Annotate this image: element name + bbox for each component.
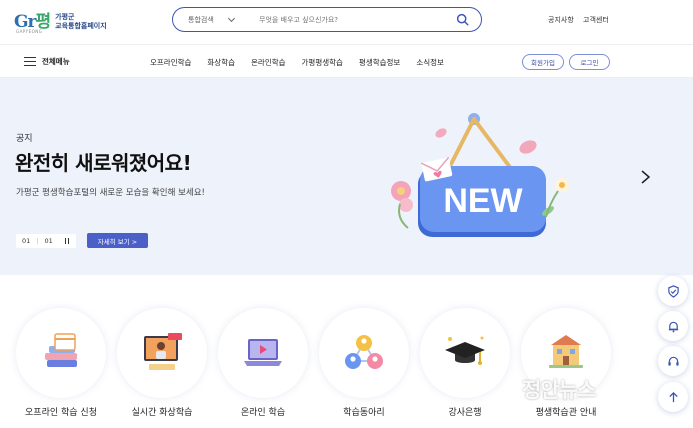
watermark: 정안뉴스 xyxy=(522,378,596,402)
page: Gr평 GAPYEONG 가평군 교육통합홈페이지 통합검색 공지사항 고객센터… xyxy=(0,0,693,428)
side-support-button[interactable] xyxy=(658,346,688,376)
hamburger-icon xyxy=(24,57,36,66)
search-bar: 통합검색 xyxy=(172,7,482,32)
logo-mark: Gr평 xyxy=(14,11,51,32)
people-group-icon xyxy=(345,335,383,369)
hero-kicker: 공지 xyxy=(16,134,33,144)
live-class-icon xyxy=(144,333,182,370)
pager-total: 01 xyxy=(44,237,53,245)
more-button[interactable]: 자세히 보기 > xyxy=(87,233,148,248)
headset-icon xyxy=(667,356,679,366)
hero-banner: 공지 완전히 새로워졌어요! 가평군 평생학습포털의 새로운 모습을 확인해 보… xyxy=(0,78,693,275)
quick-menu-item[interactable]: 실시간 화상학습 xyxy=(117,308,207,418)
gnb-menu: 오프라인학습 화상학습 온라인학습 가평평생학습 평생학습정보 소식정보 xyxy=(150,57,460,68)
pause-icon[interactable] xyxy=(64,238,69,244)
bell-icon xyxy=(668,321,678,332)
hero-description: 가평군 평생학습포털의 새로운 모습을 확인해 보세요! xyxy=(16,188,205,198)
quick-menu-label: 강사은행 xyxy=(448,408,482,418)
all-menu-button[interactable]: 전체메뉴 xyxy=(24,56,70,67)
logo-text: 가평군 교육통합홈페이지 xyxy=(55,13,107,30)
quick-menu-item[interactable]: 강사은행 xyxy=(420,308,510,418)
customer-center-link[interactable]: 고객센터 xyxy=(583,15,609,25)
badge-icon xyxy=(667,284,679,298)
login-button[interactable]: 로그인 xyxy=(569,54,610,70)
slide-pager: 01 | 01 xyxy=(16,234,76,248)
side-notification-button[interactable] xyxy=(658,311,688,341)
quick-menu-label: 온라인 학습 xyxy=(240,408,286,418)
top-bar: Gr평 GAPYEONG 가평군 교육통합홈페이지 통합검색 공지사항 고객센터 xyxy=(0,0,693,43)
quick-menu-label: 학습동아리 xyxy=(343,408,385,418)
hero-title: 완전히 새로워졌어요! xyxy=(15,151,192,175)
side-quick-button[interactable] xyxy=(658,276,688,306)
building-icon xyxy=(549,335,583,368)
notice-link[interactable]: 공지사항 xyxy=(548,15,574,25)
quick-menu-item[interactable]: 학습동아리 xyxy=(319,308,409,418)
sign-text: NEW xyxy=(443,182,523,220)
site-logo[interactable]: Gr평 GAPYEONG 가평군 교육통합홈페이지 xyxy=(14,6,114,38)
quick-menu-item[interactable]: 온라인 학습 xyxy=(218,308,308,418)
new-sign-illustration: NEW xyxy=(391,113,569,237)
search-icon[interactable] xyxy=(456,13,469,26)
graduation-cap-icon xyxy=(445,336,485,365)
quick-menu-item[interactable]: 오프라인 학습 신청 xyxy=(16,308,106,418)
next-slide-arrow-icon[interactable] xyxy=(638,170,652,184)
nav-item-online[interactable]: 온라인학습 xyxy=(251,57,286,68)
quick-menu-label: 오프라인 학습 신청 xyxy=(25,408,97,418)
main-nav: 전체메뉴 오프라인학습 화상학습 온라인학습 가평평생학습 평생학습정보 소식정… xyxy=(0,44,693,78)
search-input[interactable] xyxy=(259,15,449,24)
all-menu-label: 전체메뉴 xyxy=(42,57,70,66)
chevron-down-icon xyxy=(227,14,235,22)
nav-item-info[interactable]: 평생학습정보 xyxy=(359,57,400,68)
nav-item-offline[interactable]: 오프라인학습 xyxy=(150,57,191,68)
pager-current: 01 xyxy=(22,237,31,245)
quick-menu-label: 실시간 화상학습 xyxy=(131,408,193,418)
laptop-video-icon xyxy=(244,339,282,366)
signup-button[interactable]: 회원가입 xyxy=(522,54,564,70)
logo-subtitle: GAPYEONG xyxy=(16,29,43,34)
books-calendar-icon xyxy=(45,333,77,367)
arrow-up-icon xyxy=(668,391,678,402)
nav-item-video[interactable]: 화상학습 xyxy=(207,57,235,68)
scroll-top-button[interactable] xyxy=(658,382,688,412)
search-category-select[interactable]: 통합검색 xyxy=(188,14,259,25)
quick-menu-label: 평생학습관 안내 xyxy=(535,408,597,418)
nav-item-gapyeong[interactable]: 가평평생학습 xyxy=(302,57,343,68)
nav-item-news[interactable]: 소식정보 xyxy=(416,57,444,68)
